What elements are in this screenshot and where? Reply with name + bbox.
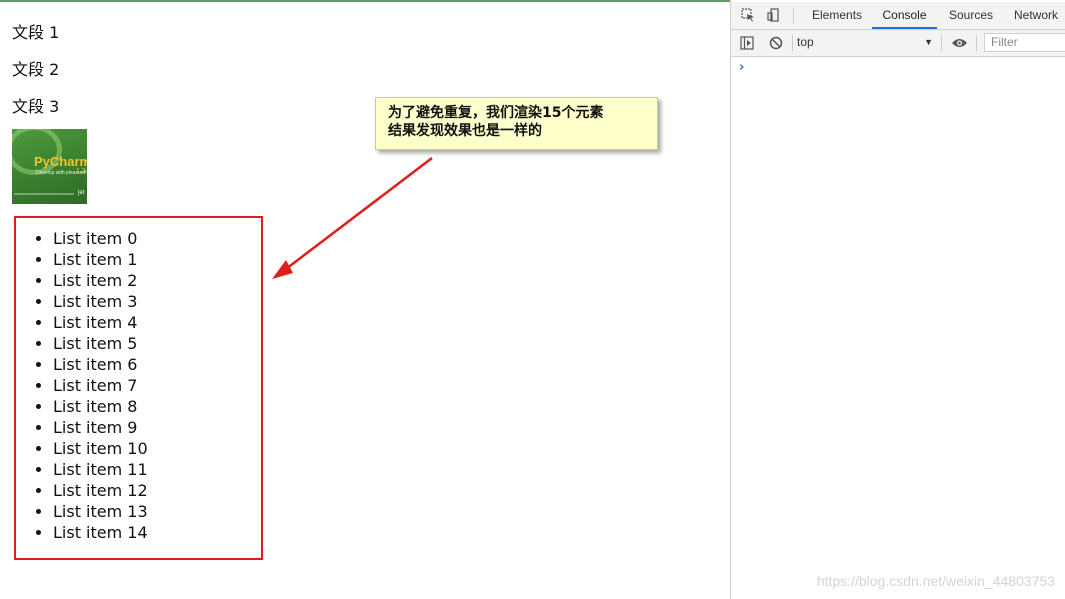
inspect-element-icon[interactable] [741,8,755,22]
sidebar-toggle-icon[interactable] [740,36,754,50]
toolbar-separator [941,35,942,51]
devtools-tabbar: Elements Console Sources Network [731,2,1065,30]
clear-console-icon[interactable] [769,36,783,50]
tab-elements[interactable]: Elements [812,2,862,29]
page-viewport: 文段 1 文段 2 文段 3 PyCharm 1.3 Develop with … [0,2,730,599]
device-toolbar-icon[interactable] [767,8,781,22]
context-selector[interactable]: top ▼ [797,33,937,52]
annotation-arrow [272,157,433,279]
dropdown-arrow-icon: ▼ [924,37,933,47]
watermark: https://blog.csdn.net/weixin_44803753 [816,573,1055,589]
toolbar-separator [793,8,794,24]
toolbar-separator [792,35,793,51]
eye-icon[interactable] [951,36,968,50]
tab-console[interactable]: Console [872,2,937,29]
devtools-panel: Elements Console Sources Network top ▼ F… [730,0,1065,599]
context-value: top [797,35,814,49]
filter-input[interactable]: Filter [984,33,1065,52]
toolbar-separator [976,35,977,51]
console-toolbar: top ▼ Filter [731,30,1065,57]
tab-sources[interactable]: Sources [949,2,993,29]
console-prompt-icon[interactable]: › [739,60,744,75]
tab-network[interactable]: Network [1014,2,1058,29]
